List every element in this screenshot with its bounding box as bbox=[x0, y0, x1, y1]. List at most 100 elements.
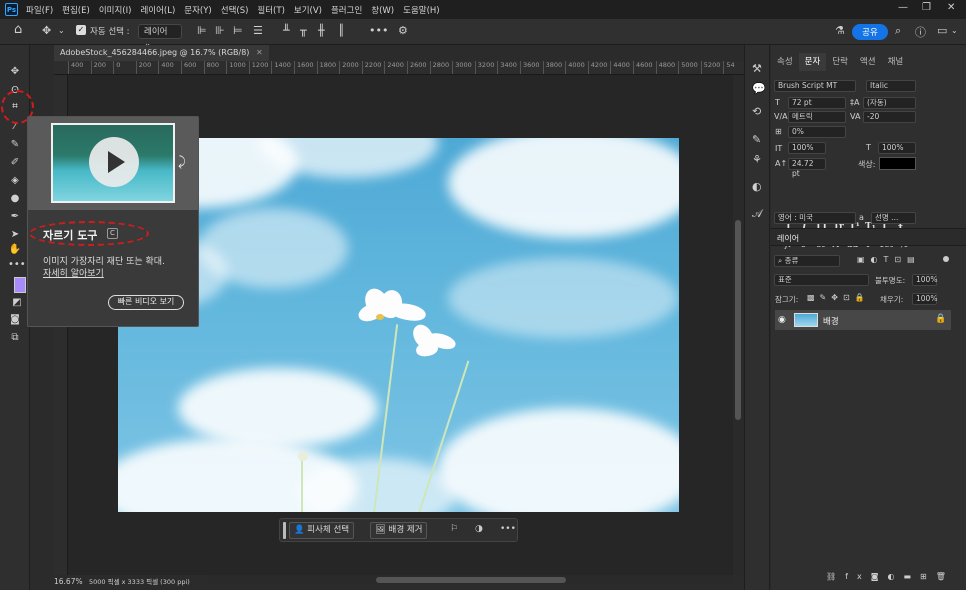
menu-image[interactable]: 이미지(I) bbox=[99, 4, 132, 16]
flag-icon[interactable]: ⚐ bbox=[450, 524, 458, 534]
adjustment-circle-icon[interactable]: ◑ bbox=[475, 524, 483, 534]
font-style-select[interactable]: Italic bbox=[866, 80, 916, 92]
align-left-icon[interactable]: ⊫ bbox=[197, 24, 207, 37]
align-vcenter-icon[interactable]: ╨ bbox=[283, 24, 290, 37]
tab-actions[interactable]: 액션 bbox=[854, 53, 882, 71]
lock-icons[interactable]: ▩✎✥⊡🔒 bbox=[807, 293, 870, 302]
tab-paragraph[interactable]: 단락 bbox=[826, 53, 854, 71]
share-button[interactable]: 공유 bbox=[852, 24, 888, 40]
fill-field[interactable]: 100% bbox=[912, 293, 937, 305]
clone-source-icon[interactable]: ⚘ bbox=[752, 153, 762, 166]
horizontal-scrollbar[interactable] bbox=[208, 575, 733, 585]
close-icon[interactable]: ✕ bbox=[947, 2, 955, 13]
maximize-icon[interactable]: ❐ bbox=[922, 2, 931, 13]
select-subject-button[interactable]: 👤 피사체 선택 bbox=[289, 522, 355, 539]
settings-gear-icon[interactable]: ⚙ bbox=[398, 24, 408, 37]
mask-icon[interactable]: ◙ bbox=[871, 572, 888, 581]
opacity-field[interactable]: 100% bbox=[912, 274, 937, 286]
kerning-field[interactable]: 메트릭 bbox=[788, 111, 846, 123]
tsume-field[interactable]: 0% bbox=[788, 126, 846, 138]
move-tool-icon[interactable]: ✥ bbox=[42, 24, 51, 37]
foreground-color-swatch[interactable] bbox=[14, 277, 26, 293]
menu-window[interactable]: 창(W) bbox=[371, 4, 394, 16]
trash-icon[interactable]: 🗑 bbox=[936, 572, 955, 581]
screen-mode-icon[interactable]: ⧉ bbox=[8, 331, 22, 345]
hand-tool-icon[interactable]: ✋ bbox=[8, 243, 22, 257]
history-icon[interactable]: ⟲ bbox=[752, 105, 761, 118]
baseline-field[interactable]: 24.72 pt bbox=[788, 158, 826, 178]
align-bottom-icon[interactable]: ╥ bbox=[300, 24, 307, 37]
tab-channels[interactable]: 채널 bbox=[882, 53, 910, 71]
document-tab[interactable]: AdobeStock_456284466.jpeg @ 16.7% (RGB/8… bbox=[54, 45, 269, 61]
remove-background-button[interactable]: 🖼 배경 제거 bbox=[370, 522, 428, 539]
zoom-level[interactable]: 16.67% bbox=[54, 577, 83, 586]
path-select-icon[interactable]: ➤ bbox=[8, 228, 22, 242]
learn-more-link[interactable]: 자세히 알아보기 bbox=[43, 266, 104, 279]
move-tool-icon[interactable]: ✥ bbox=[8, 65, 22, 79]
workspace-icon[interactable]: ▭ bbox=[937, 24, 947, 37]
minimize-icon[interactable]: — bbox=[898, 2, 908, 13]
brush-settings-icon[interactable]: ⚒ bbox=[752, 62, 762, 75]
flask-icon[interactable]: ⚗ bbox=[835, 24, 845, 37]
adjustment-icon[interactable]: ◐ bbox=[887, 572, 903, 581]
align-center-icon[interactable]: ⊪ bbox=[215, 24, 225, 37]
filter-type-icons[interactable]: ▣◐T⊡▤ bbox=[857, 255, 921, 264]
paint-bucket-icon[interactable]: ◈ bbox=[8, 174, 22, 188]
document-image[interactable] bbox=[118, 138, 679, 512]
menu-type[interactable]: 문자(Y) bbox=[184, 4, 211, 16]
auto-select-checkbox[interactable]: ✓ bbox=[76, 25, 86, 35]
layer-name[interactable]: 배경 bbox=[823, 315, 839, 327]
more-icon[interactable]: ••• bbox=[500, 524, 516, 534]
more-options-icon[interactable]: ••• bbox=[369, 24, 388, 37]
layers-title[interactable]: 레이어 bbox=[777, 233, 799, 244]
auto-select-dropdown[interactable]: 레이어 ⌄ bbox=[138, 24, 182, 49]
anti-alias-select[interactable]: 선명 ... bbox=[871, 212, 916, 224]
brush-icon[interactable]: ✎ bbox=[752, 133, 761, 146]
folder-icon[interactable]: ▬ bbox=[903, 572, 920, 581]
distribute-icon[interactable]: ╫ bbox=[318, 24, 325, 37]
tab-close-icon[interactable]: ✕ bbox=[256, 48, 263, 57]
workspace-chevron-icon[interactable]: ⌄ bbox=[951, 26, 958, 35]
vertical-scrollbar[interactable] bbox=[733, 75, 744, 575]
horizontal-scale-field[interactable]: 100% bbox=[878, 142, 916, 154]
menu-layer[interactable]: 레이어(L) bbox=[140, 4, 175, 16]
language-select[interactable]: 영어 : 미국 bbox=[774, 212, 856, 224]
search-icon[interactable]: ⌕ bbox=[895, 24, 901, 38]
layer-filter-select[interactable]: ⌕ 종류 bbox=[774, 255, 840, 267]
menu-edit[interactable]: 편집(E) bbox=[62, 4, 90, 16]
menu-select[interactable]: 선택(S) bbox=[221, 4, 249, 16]
tab-character[interactable]: 문자 bbox=[798, 53, 827, 71]
menu-file[interactable]: 파일(F) bbox=[26, 4, 53, 16]
menu-filter[interactable]: 필터(T) bbox=[257, 4, 284, 16]
visibility-eye-icon[interactable]: ◉ bbox=[778, 315, 786, 325]
leading-field[interactable]: (자동) bbox=[863, 97, 916, 109]
comments-icon[interactable]: 💬 bbox=[752, 82, 766, 95]
swap-colors-icon[interactable]: ◩ bbox=[10, 296, 24, 310]
healing-brush-icon[interactable]: ✐ bbox=[8, 156, 22, 170]
layer-row[interactable]: ◉ 배경 🔒 bbox=[775, 310, 951, 330]
menu-help[interactable]: 도움말(H) bbox=[403, 4, 439, 16]
glyphs-icon[interactable]: 𝒜 bbox=[752, 207, 762, 221]
tooltip-video-preview[interactable]: ⤸ bbox=[28, 117, 198, 210]
home-icon[interactable]: ⌂ bbox=[14, 22, 22, 37]
help-icon[interactable]: ⓘ bbox=[915, 24, 926, 40]
pen-tool-icon[interactable]: ✒ bbox=[8, 210, 22, 224]
dodge-tool-icon[interactable]: ● bbox=[8, 192, 22, 206]
align-top-icon[interactable]: ☰ bbox=[253, 24, 263, 37]
paragraph-styles-icon[interactable]: ◐ bbox=[752, 180, 762, 193]
tracking-field[interactable]: -20 bbox=[863, 111, 916, 123]
distribute-spacing-icon[interactable]: ║ bbox=[338, 24, 345, 37]
chevron-down-icon[interactable]: ⌄ bbox=[58, 26, 65, 35]
brush-tool-icon[interactable]: ✎ bbox=[8, 138, 22, 152]
fx-icon[interactable]: fx bbox=[845, 572, 871, 581]
filter-toggle-icon[interactable] bbox=[943, 256, 949, 262]
link-icon[interactable]: ⛓ bbox=[826, 572, 845, 581]
menu-plugins[interactable]: 플러그인 bbox=[331, 4, 362, 16]
tab-properties[interactable]: 속성 bbox=[771, 53, 799, 71]
vertical-scroll-thumb[interactable] bbox=[735, 220, 741, 420]
blend-mode-select[interactable]: 표준 bbox=[774, 274, 869, 286]
menu-view[interactable]: 보기(V) bbox=[294, 4, 322, 16]
font-size-field[interactable]: 72 pt bbox=[788, 97, 846, 109]
font-family-select[interactable]: Brush Script MT bbox=[774, 80, 856, 92]
play-icon[interactable] bbox=[89, 137, 139, 187]
